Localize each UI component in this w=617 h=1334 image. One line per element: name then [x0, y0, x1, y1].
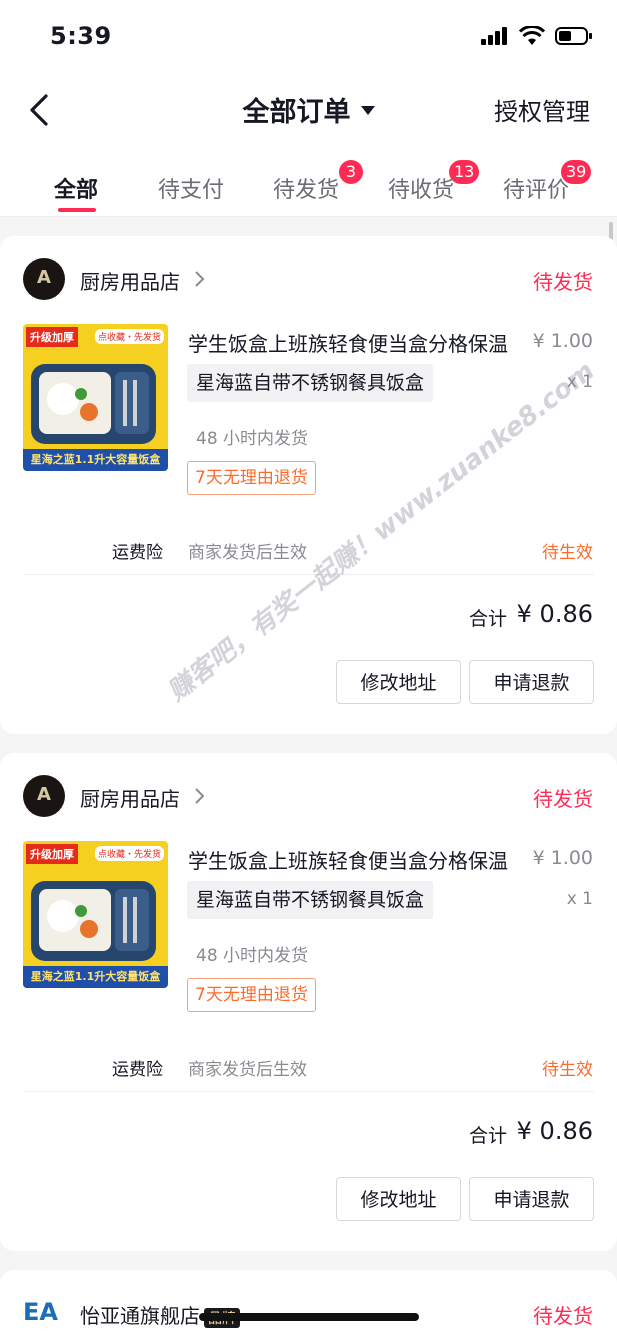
chevron-right-icon[interactable] [193, 786, 207, 806]
order-card[interactable]: A 厨房用品店 待发货 升级加厚 点收藏・先发货 星海之蓝1.1升大容量饭盒 学… [0, 236, 617, 734]
product-sku: 星海蓝自带不锈钢餐具饭盒 [187, 881, 434, 919]
product-price: ¥ 1.00 [532, 847, 593, 869]
order-card[interactable]: A 厨房用品店 待发货 升级加厚 点收藏・先发货 星海之蓝1.1升大容量饭盒 学… [0, 753, 617, 1251]
caret-down-icon [360, 106, 375, 115]
total-label: 合计 [468, 1125, 507, 1147]
insurance-label: 运费险 [112, 1060, 163, 1080]
chevron-right-icon[interactable] [193, 269, 207, 289]
product-qty: x 1 [566, 889, 593, 909]
product-image[interactable]: 升级加厚 点收藏・先发货 星海之蓝1.1升大容量饭盒 [23, 324, 168, 471]
product-image-caption: 星海之蓝1.1升大容量饭盒 [23, 966, 168, 988]
wifi-icon [519, 26, 545, 45]
product-image-fav-tag: 点收藏・先发货 [94, 329, 164, 344]
shop-logo[interactable]: EA [23, 1292, 63, 1332]
insurance-status: 待生效 [542, 543, 593, 563]
status-icons [481, 26, 593, 46]
tab-badge-pending-shipment: 3 [339, 160, 363, 184]
modify-address-button[interactable]: 修改地址 [336, 1177, 461, 1221]
request-refund-button[interactable]: 申请退款 [469, 660, 594, 704]
order-tabs: 全部 待支付 待发货 3 待收货 13 待评价 39 [0, 150, 617, 217]
total-amount: ¥ 0.86 [516, 600, 593, 628]
product-title[interactable]: 学生饭盒上班族轻食便当盒分格保温 [188, 845, 518, 874]
tab-pending-payment[interactable]: 待支付 [158, 172, 224, 204]
shop-name-text: 怡亚通旗舰店 [80, 1304, 200, 1328]
product-image-tag: 升级加厚 [26, 844, 78, 864]
product-sku: 星海蓝自带不锈钢餐具饭盒 [187, 364, 434, 402]
page-title: 全部订单 [242, 97, 351, 128]
tab-all[interactable]: 全部 [54, 172, 98, 204]
total-amount: ¥ 0.86 [516, 1117, 593, 1145]
order-status: 待发货 [533, 787, 593, 811]
tab-pending-review[interactable]: 待评价 [503, 172, 569, 204]
ship-time-note: 48 小时内发货 [196, 429, 309, 449]
tab-pending-shipment[interactable]: 待发货 [273, 172, 339, 204]
auth-management-link[interactable]: 授权管理 [494, 92, 590, 127]
return-policy-tag: 7天无理由退货 [187, 461, 316, 495]
home-indicator[interactable] [199, 1313, 419, 1321]
shop-name[interactable]: 厨房用品店 [80, 783, 180, 812]
product-image-caption: 星海之蓝1.1升大容量饭盒 [23, 449, 168, 471]
ship-time-note: 48 小时内发货 [196, 946, 309, 966]
insurance-desc: 商家发货后生效 [188, 1060, 307, 1080]
tab-active-indicator [58, 208, 96, 212]
shop-name[interactable]: 厨房用品店 [80, 266, 180, 295]
product-image-fav-tag: 点收藏・先发货 [94, 846, 164, 861]
shop-logo[interactable]: A [23, 775, 65, 817]
insurance-label: 运费险 [112, 543, 163, 563]
tab-badge-pending-review: 39 [561, 160, 592, 184]
status-time: 5:39 [50, 22, 112, 50]
return-policy-tag: 7天无理由退货 [187, 978, 316, 1012]
battery-icon [555, 27, 592, 45]
product-image[interactable]: 升级加厚 点收藏・先发货 星海之蓝1.1升大容量饭盒 [23, 841, 168, 988]
order-status: 待发货 [533, 270, 593, 294]
insurance-status: 待生效 [542, 1060, 593, 1080]
shop-logo[interactable]: A [23, 258, 65, 300]
order-card[interactable]: EA 怡亚通旗舰店品牌 待发货 [0, 1270, 617, 1334]
product-image-tag: 升级加厚 [26, 327, 78, 347]
signal-icon [481, 27, 507, 45]
request-refund-button[interactable]: 申请退款 [469, 1177, 594, 1221]
modify-address-button[interactable]: 修改地址 [336, 660, 461, 704]
insurance-desc: 商家发货后生效 [188, 543, 307, 563]
product-title[interactable]: 学生饭盒上班族轻食便当盒分格保温 [188, 328, 518, 357]
status-bar: 5:39 [0, 0, 617, 70]
total-label: 合计 [468, 608, 507, 630]
nav-bar: 全部订单 授权管理 [0, 70, 617, 150]
product-price: ¥ 1.00 [532, 330, 593, 352]
tab-pending-receipt[interactable]: 待收货 [388, 172, 454, 204]
order-status: 待发货 [533, 1304, 593, 1328]
divider [23, 1091, 594, 1092]
tab-badge-pending-receipt: 13 [449, 160, 480, 184]
